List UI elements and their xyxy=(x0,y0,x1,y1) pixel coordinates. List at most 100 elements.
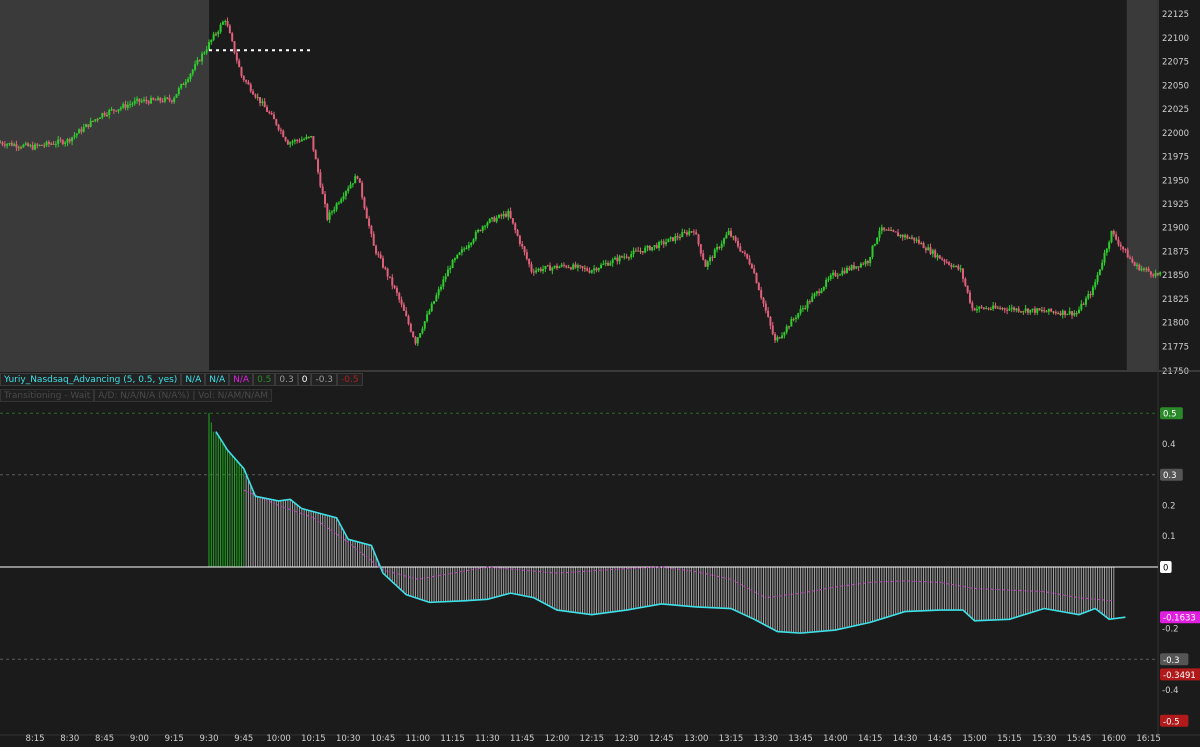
candle-body xyxy=(208,42,210,50)
time-tick-label: 8:30 xyxy=(60,734,79,743)
indicator-field: -0.3 xyxy=(311,373,338,386)
candle-body xyxy=(180,84,183,89)
candle-body xyxy=(1059,313,1062,315)
candle-body xyxy=(880,227,883,231)
candle-body xyxy=(15,144,18,148)
candle-body xyxy=(296,139,299,141)
candle-body xyxy=(75,133,78,136)
candle-body xyxy=(1117,239,1120,245)
premarket-shading xyxy=(0,0,209,370)
candle-body xyxy=(843,270,846,274)
candle-body xyxy=(764,303,767,311)
candle-body xyxy=(38,144,41,146)
candle-body xyxy=(449,267,452,270)
candle-body xyxy=(286,140,289,145)
candle-body xyxy=(247,81,250,85)
candle-body xyxy=(377,253,380,255)
time-tick-label: 12:15 xyxy=(580,734,605,743)
candle-body xyxy=(804,308,807,310)
candle-body xyxy=(435,295,438,302)
candle-body xyxy=(927,247,930,251)
indicator-name[interactable]: Yuriy_Nasdsaq_Advancing (5, 0.5, yes) xyxy=(0,373,182,386)
price-tick-label: 22025 xyxy=(1162,105,1189,115)
candle-body xyxy=(1080,303,1083,310)
candle-body xyxy=(1149,271,1152,275)
candle-body xyxy=(739,246,742,252)
candle-body xyxy=(1087,294,1090,299)
candle-body xyxy=(191,69,194,74)
candle-body xyxy=(644,247,647,253)
value-badge-label: 0.5 xyxy=(1163,410,1177,420)
candle-body xyxy=(913,237,916,241)
candle-body xyxy=(815,291,818,294)
candle-body xyxy=(725,234,728,239)
candle-body xyxy=(562,264,565,266)
candle-body xyxy=(769,316,772,326)
candle-body xyxy=(894,231,897,233)
candle-body xyxy=(978,306,981,309)
candle-body xyxy=(695,232,698,235)
candle-body xyxy=(539,268,542,271)
candle-body xyxy=(126,104,129,108)
candle-body xyxy=(319,172,322,187)
candle-body xyxy=(924,248,927,251)
candle-body xyxy=(1006,309,1009,311)
candle-body xyxy=(876,237,879,244)
candle-body xyxy=(567,267,570,269)
candle-body xyxy=(324,194,326,205)
candle-body xyxy=(212,34,215,40)
candle-body xyxy=(1052,311,1055,313)
candle-body xyxy=(627,257,630,259)
candle-body xyxy=(674,236,677,241)
candle-body xyxy=(289,142,292,145)
candle-body xyxy=(326,204,329,220)
candle-body xyxy=(866,261,869,264)
candle-body xyxy=(1084,298,1087,305)
candle-body xyxy=(864,261,867,265)
candle-body xyxy=(175,93,178,98)
candle-body xyxy=(24,143,27,145)
candle-body xyxy=(210,39,213,43)
candle-body xyxy=(1142,268,1145,270)
candle-body xyxy=(901,234,904,238)
candle-body xyxy=(556,265,558,269)
candle-body xyxy=(395,287,398,293)
candle-body xyxy=(1057,313,1060,315)
candle-body xyxy=(1010,307,1013,309)
candle-body xyxy=(1008,308,1011,311)
candle-body xyxy=(799,308,802,314)
candle-body xyxy=(154,99,157,101)
candle-body xyxy=(521,243,524,247)
candle-body xyxy=(477,229,480,233)
candle-body xyxy=(159,97,162,101)
candle-body xyxy=(10,142,13,146)
candle-body xyxy=(423,321,426,329)
candle-body xyxy=(583,267,586,269)
candle-body xyxy=(1047,308,1050,312)
candle-body xyxy=(1101,262,1104,270)
candle-body xyxy=(904,235,906,238)
value-badge-label: -0.1633 xyxy=(1163,614,1196,624)
candle-body xyxy=(498,214,500,218)
time-tick-label: 10:00 xyxy=(266,734,291,743)
candle-body xyxy=(89,120,92,127)
candle-body xyxy=(950,264,953,267)
candle-body xyxy=(426,314,429,322)
candle-body xyxy=(1022,311,1025,313)
trading-chart[interactable]: 21775 21800 21825 21850 21875 21900 21925 21950… xyxy=(0,0,1200,744)
candle-body xyxy=(588,270,591,273)
candle-body xyxy=(906,235,909,239)
candle-body xyxy=(1064,310,1067,315)
candle-body xyxy=(776,337,779,341)
candle-body xyxy=(29,145,32,147)
candle-body xyxy=(474,232,477,240)
candle-body xyxy=(182,84,185,86)
candle-body xyxy=(681,232,684,238)
candle-body xyxy=(690,231,693,233)
candle-body xyxy=(846,267,848,274)
candle-body xyxy=(1126,249,1129,258)
candle-body xyxy=(595,268,598,271)
candle-body xyxy=(1110,230,1113,243)
candle-body xyxy=(393,285,396,288)
candle-body xyxy=(1098,269,1101,275)
